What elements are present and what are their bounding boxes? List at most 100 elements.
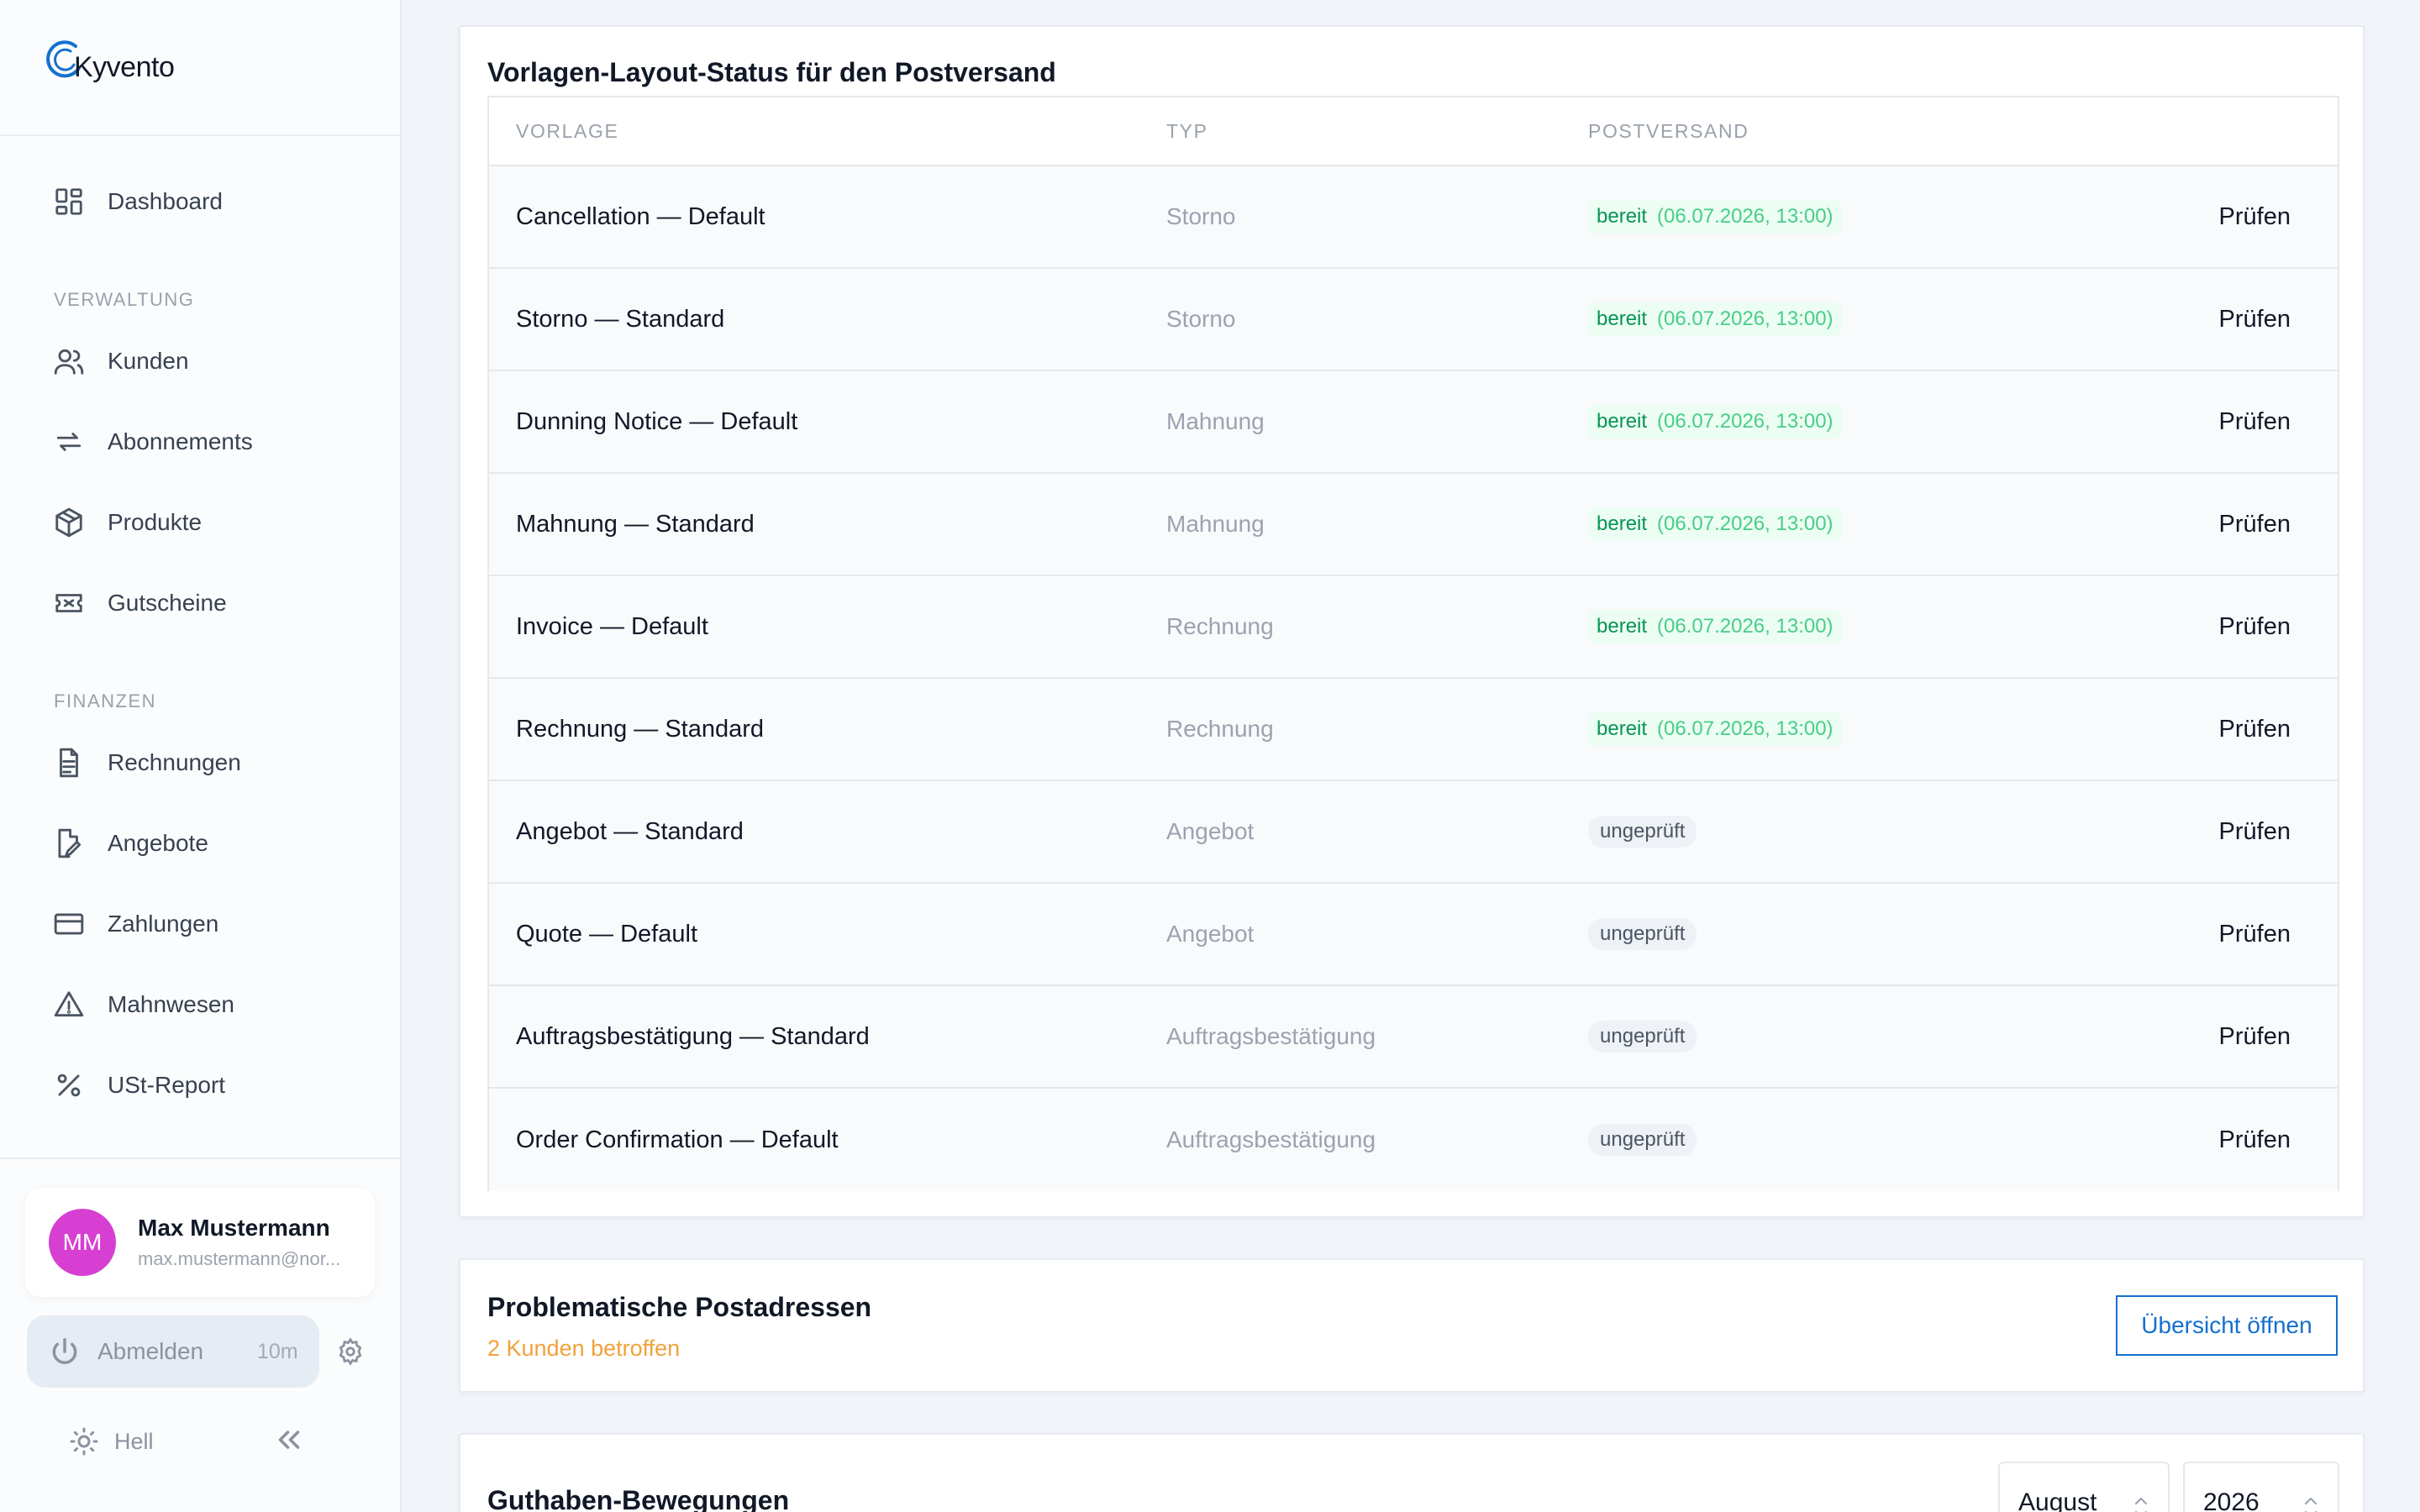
- postal-status: ungeprüft: [1588, 1124, 1697, 1156]
- check-button[interactable]: Prüfen: [2219, 1023, 2291, 1051]
- postal-status: bereit (06.07.2026, 13:00): [1588, 712, 1842, 746]
- status-date: (06.07.2026, 13:00): [1657, 512, 1833, 535]
- template-type: Auftragsbestätigung: [1166, 1126, 1376, 1152]
- template-type: Angebot: [1166, 818, 1255, 844]
- status-badge: bereit (06.07.2026, 13:00): [1588, 200, 1842, 234]
- template-type: Mahnung: [1166, 408, 1265, 434]
- postal-status: ungeprüft: [1588, 816, 1697, 848]
- check-button[interactable]: Prüfen: [2219, 818, 2291, 846]
- sidebar-item-dashboard[interactable]: Dashboard: [0, 161, 400, 242]
- sidebar-item-label: Mahnwesen: [108, 991, 234, 1017]
- status-label: bereit: [1597, 512, 1648, 535]
- brand[interactable]: Kyvento: [0, 0, 400, 136]
- template-type: Storno: [1166, 203, 1236, 229]
- table-body: Cancellation — Default Storno bereit (06.07…: [489, 166, 2338, 1191]
- collapse-sidebar-button[interactable]: [274, 1425, 308, 1458]
- sidebar-item-zahlungen[interactable]: Zahlungen: [0, 884, 400, 964]
- sidebar-item-mahnwesen[interactable]: Mahnwesen: [0, 964, 400, 1045]
- card-title: Problematische Postadressen: [487, 1292, 872, 1322]
- template-type: Storno: [1166, 306, 1236, 332]
- status-date: (06.07.2026, 13:00): [1657, 615, 1833, 638]
- chevron-up-down-icon: [2302, 1494, 2319, 1512]
- table-row: Dunning Notice — Default Mahnung bereit (06…: [489, 371, 2338, 474]
- status-label: bereit: [1597, 410, 1648, 433]
- year-value: 2026: [2203, 1488, 2260, 1512]
- card-title: Vorlagen-Layout-Status für den Postversa…: [487, 57, 1056, 87]
- sun-icon: [70, 1427, 98, 1456]
- check-button[interactable]: Prüfen: [2219, 613, 2291, 641]
- template-name: Quote — Default: [516, 920, 697, 948]
- month-select[interactable]: August: [1998, 1462, 2170, 1512]
- table-row: Auftragsbestätigung — Standard Auftragsbe…: [489, 986, 2338, 1089]
- sidebar-item-ust-report[interactable]: USt-Report: [0, 1045, 400, 1126]
- sidebar-item-rechnungen[interactable]: Rechnungen: [0, 722, 400, 803]
- table-row: Order Confirmation — Default Auftragsbest…: [489, 1089, 2338, 1191]
- ticket-icon: [52, 586, 86, 620]
- chevrons-left-icon: [278, 1431, 300, 1449]
- check-button[interactable]: Prüfen: [2219, 921, 2291, 948]
- status-date: (06.07.2026, 13:00): [1657, 410, 1833, 433]
- sidebar-item-gutscheine[interactable]: Gutscheine: [0, 563, 400, 643]
- postal-status: ungeprüft: [1588, 918, 1697, 950]
- postal-status: bereit (06.07.2026, 13:00): [1588, 405, 1842, 438]
- template-type: Angebot: [1166, 921, 1255, 947]
- sidebar-item-label: Rechnungen: [108, 749, 241, 775]
- sidebar-item-angebote[interactable]: Angebote: [0, 803, 400, 884]
- logout-label: Abmelden: [97, 1338, 204, 1364]
- table-row: Rechnung — Standard Rechnung bereit (06.07.…: [489, 679, 2338, 781]
- nav-section-finanzen: FINANZEN: [54, 690, 156, 711]
- status-badge: ungeprüft: [1588, 1124, 1697, 1156]
- status-badge: ungeprüft: [1588, 918, 1697, 950]
- status-badge: ungeprüft: [1588, 1021, 1697, 1053]
- check-button[interactable]: Prüfen: [2219, 511, 2291, 538]
- table-row: Invoice — Default Rechnung bereit (06.07.20…: [489, 576, 2338, 679]
- user-card[interactable]: MM Max Mustermann max.mustermann@nor...: [25, 1188, 375, 1297]
- sidebar-item-label: Dashboard: [108, 188, 223, 214]
- status-label: bereit: [1597, 615, 1648, 638]
- check-button[interactable]: Prüfen: [2219, 1126, 2291, 1154]
- template-status-card: Vorlagen-Layout-Status für den Postversa…: [459, 25, 2365, 1218]
- check-button[interactable]: Prüfen: [2219, 408, 2291, 436]
- template-name: Order Confirmation — Default: [516, 1126, 839, 1153]
- check-button[interactable]: Prüfen: [2219, 716, 2291, 743]
- chevron-up-down-icon: [2133, 1494, 2149, 1512]
- sidebar-item-label: Abonnements: [108, 428, 253, 454]
- status-badge: bereit (06.07.2026, 13:00): [1588, 507, 1842, 541]
- users-icon: [52, 344, 86, 378]
- template-name: Auftragsbestätigung — Standard: [516, 1022, 870, 1050]
- status-badge: bereit (06.07.2026, 13:00): [1588, 712, 1842, 746]
- template-name: Cancellation — Default: [516, 202, 765, 230]
- logout-button[interactable]: Abmelden 10m: [27, 1315, 319, 1388]
- sidebar-item-produkte[interactable]: Produkte: [0, 482, 400, 563]
- status-label: bereit: [1597, 307, 1648, 330]
- settings-button[interactable]: [336, 1337, 366, 1368]
- postal-status: bereit (06.07.2026, 13:00): [1588, 302, 1842, 336]
- header-vorlage: VORLAGE: [516, 119, 619, 142]
- alert-triangle-icon: [52, 988, 86, 1021]
- template-type: Mahnung: [1166, 511, 1265, 537]
- status-date: (06.07.2026, 13:00): [1657, 307, 1833, 330]
- sidebar-item-kunden[interactable]: Kunden: [0, 321, 400, 402]
- template-name: Storno — Standard: [516, 305, 725, 333]
- check-button[interactable]: Prüfen: [2219, 203, 2291, 231]
- table-row: Quote — Default Angebot ungeprüft Prüfen: [489, 884, 2338, 986]
- sidebar-item-label: Angebote: [108, 830, 208, 856]
- sidebar-item-abonnements[interactable]: Abonnements: [0, 402, 400, 482]
- credit-card-icon: [52, 907, 86, 941]
- sidebar-item-label: Kunden: [108, 348, 189, 374]
- sidebar-item-label: Gutscheine: [108, 590, 227, 616]
- template-name: Invoice — Default: [516, 612, 708, 640]
- postal-status: bereit (06.07.2026, 13:00): [1588, 200, 1842, 234]
- sidebar-footer: MM Max Mustermann max.mustermann@nor... …: [0, 1158, 402, 1512]
- nav-section-verwaltung: VERWALTUNG: [54, 289, 195, 310]
- template-name: Rechnung — Standard: [516, 715, 765, 743]
- check-button[interactable]: Prüfen: [2219, 306, 2291, 333]
- brand-name: Kyvento: [74, 50, 175, 83]
- year-select[interactable]: 2026: [2183, 1462, 2339, 1512]
- problem-addresses-card: Problematische Postadressen 2 Kunden bet…: [459, 1258, 2365, 1393]
- status-label: bereit: [1597, 205, 1648, 228]
- status-badge: bereit (06.07.2026, 13:00): [1588, 405, 1842, 438]
- gear-icon: [339, 1337, 362, 1366]
- theme-toggle[interactable]: Hell: [69, 1426, 154, 1457]
- open-overview-button[interactable]: Übersicht öffnen: [2116, 1295, 2338, 1356]
